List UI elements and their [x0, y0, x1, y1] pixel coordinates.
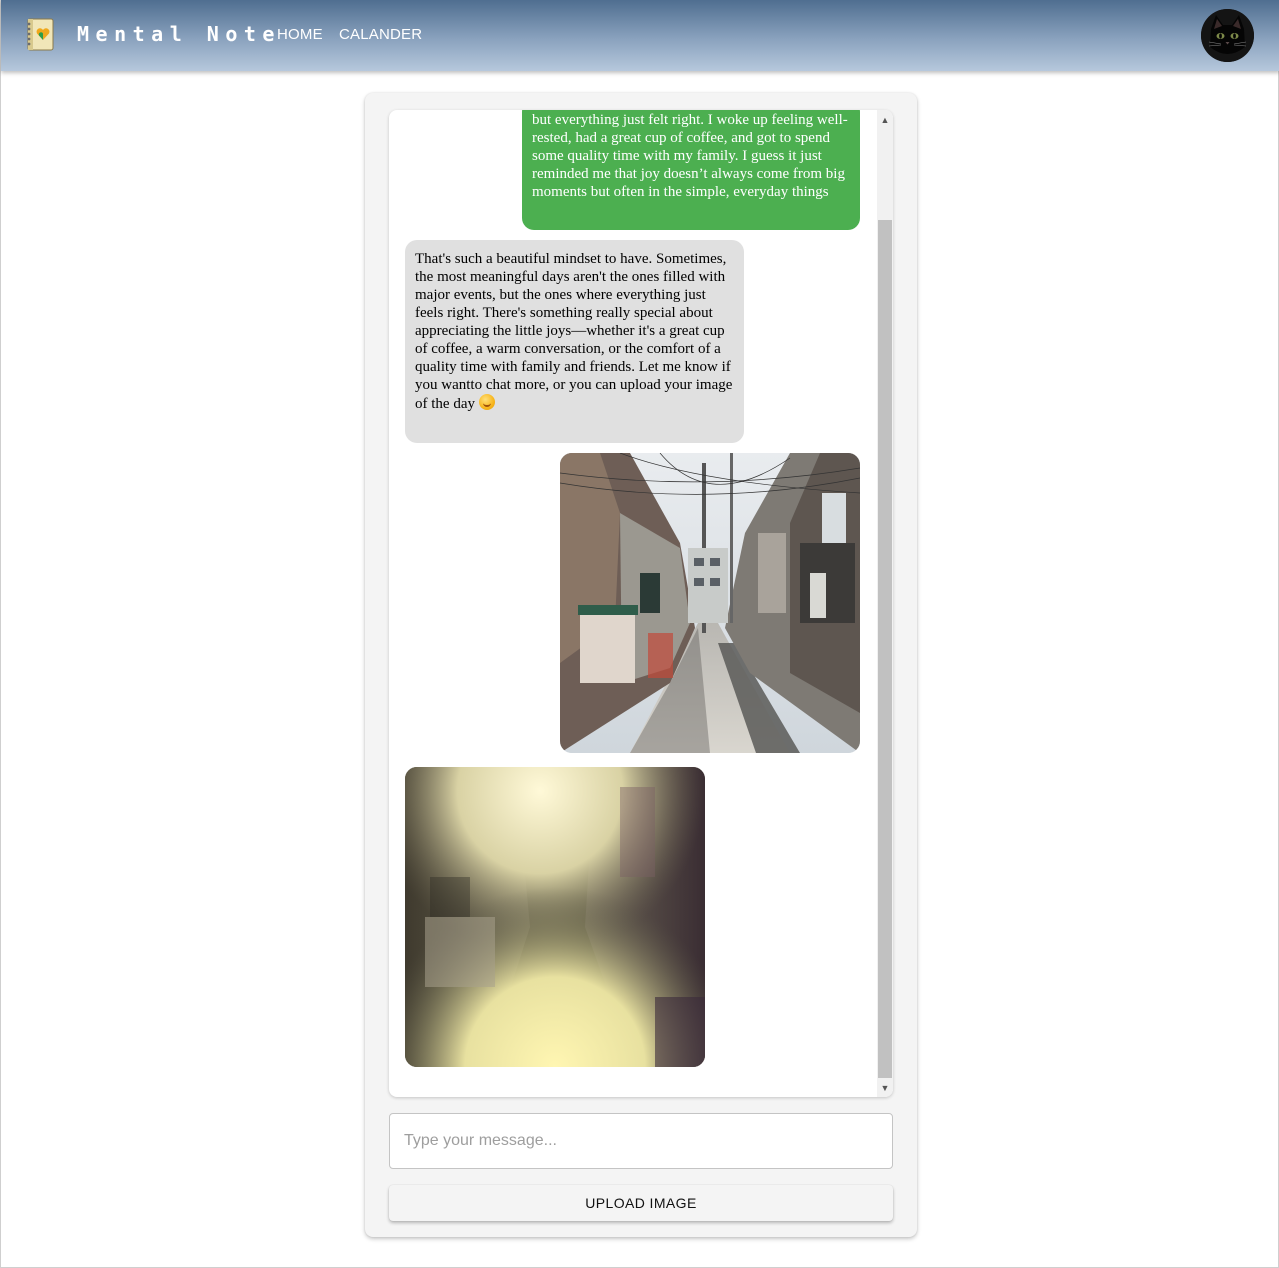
message-input[interactable] [389, 1113, 893, 1169]
scroll-up-arrow-icon[interactable]: ▲ [877, 112, 893, 128]
blurred-alley-generated-image [405, 767, 705, 1067]
user-message-bubble: but everything just felt right. I woke u… [522, 110, 860, 230]
bot-message-bubble: That's such a beautiful mindset to have.… [405, 240, 744, 443]
brand-title[interactable]: Mental Note [77, 22, 281, 46]
upload-image-button[interactable]: UPLOAD IMAGE [389, 1185, 893, 1221]
user-uploaded-photo[interactable] [560, 453, 860, 753]
notebook-heart-icon[interactable] [25, 18, 55, 51]
bot-generated-image[interactable] [405, 767, 705, 1067]
smiling-face-icon [478, 394, 495, 410]
nav-home-link[interactable]: HOME [277, 26, 323, 43]
scrollbar-thumb[interactable] [878, 220, 892, 1078]
app-header: Mental Note HOME CALANDER [1, 0, 1279, 71]
scroll-down-arrow-icon[interactable]: ▼ [877, 1080, 893, 1096]
chat-messages-panel[interactable]: but everything just felt right. I woke u… [389, 110, 893, 1097]
chat-card: but everything just felt right. I woke u… [365, 93, 917, 1237]
narrow-street-alley-photo [560, 453, 860, 753]
chat-scrollbar[interactable]: ▲ ▼ [877, 110, 893, 1097]
bot-message-text: That's such a beautiful mindset to have.… [415, 251, 733, 412]
user-avatar[interactable] [1201, 9, 1254, 62]
black-cat-avatar [1201, 9, 1254, 62]
nav-calendar-link[interactable]: CALANDER [339, 26, 422, 43]
